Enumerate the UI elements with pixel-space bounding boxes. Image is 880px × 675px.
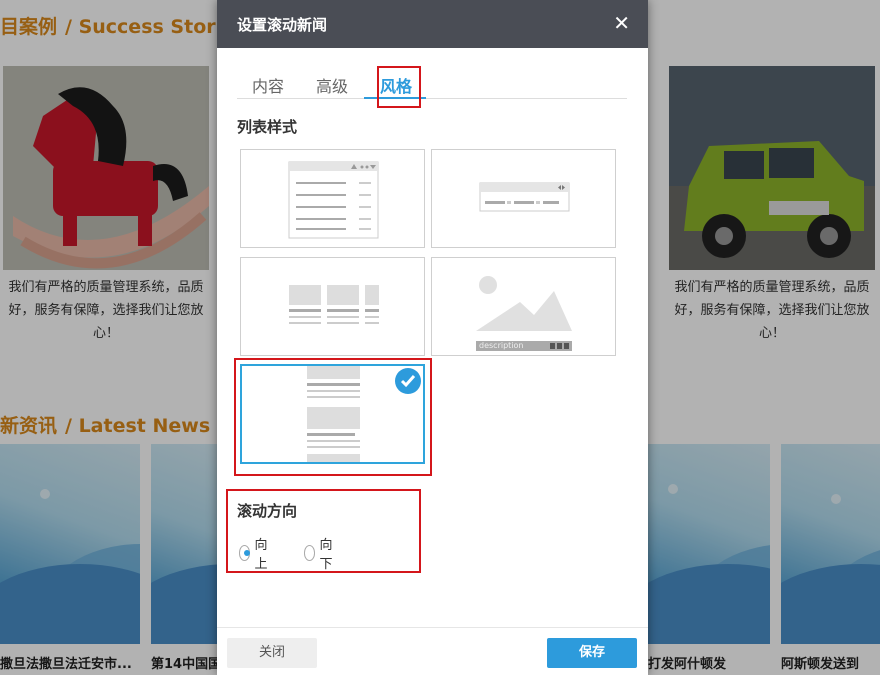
list-style-label: 列表样式: [237, 118, 298, 136]
tab-advanced[interactable]: 高级: [316, 73, 348, 97]
highlight-box-selected-style: [234, 358, 432, 476]
tab-bar: 内容 高级 风格: [237, 70, 627, 99]
list-style-option-2[interactable]: [431, 149, 616, 248]
list-style-option-1[interactable]: [240, 149, 425, 248]
tab-content[interactable]: 内容: [252, 73, 284, 97]
dialog-footer: 关闭 保存: [217, 627, 648, 675]
scroll-news-settings-dialog: 设置滚动新闻 ✕ 内容 高级 风格 列表样式 description 滚动方向 …: [217, 0, 648, 675]
close-icon[interactable]: ✕: [613, 11, 630, 35]
highlight-box-style-tab: [377, 66, 421, 108]
list-style-option-3[interactable]: [240, 257, 425, 356]
list-style-option-4[interactable]: description: [431, 257, 616, 356]
thumbnail-caption: description: [479, 341, 524, 350]
highlight-box-scroll-direction: [226, 489, 421, 573]
save-button[interactable]: 保存: [547, 638, 637, 668]
close-button[interactable]: 关闭: [227, 638, 317, 668]
dialog-header: 设置滚动新闻 ✕: [217, 0, 648, 48]
dialog-title: 设置滚动新闻: [237, 16, 328, 34]
